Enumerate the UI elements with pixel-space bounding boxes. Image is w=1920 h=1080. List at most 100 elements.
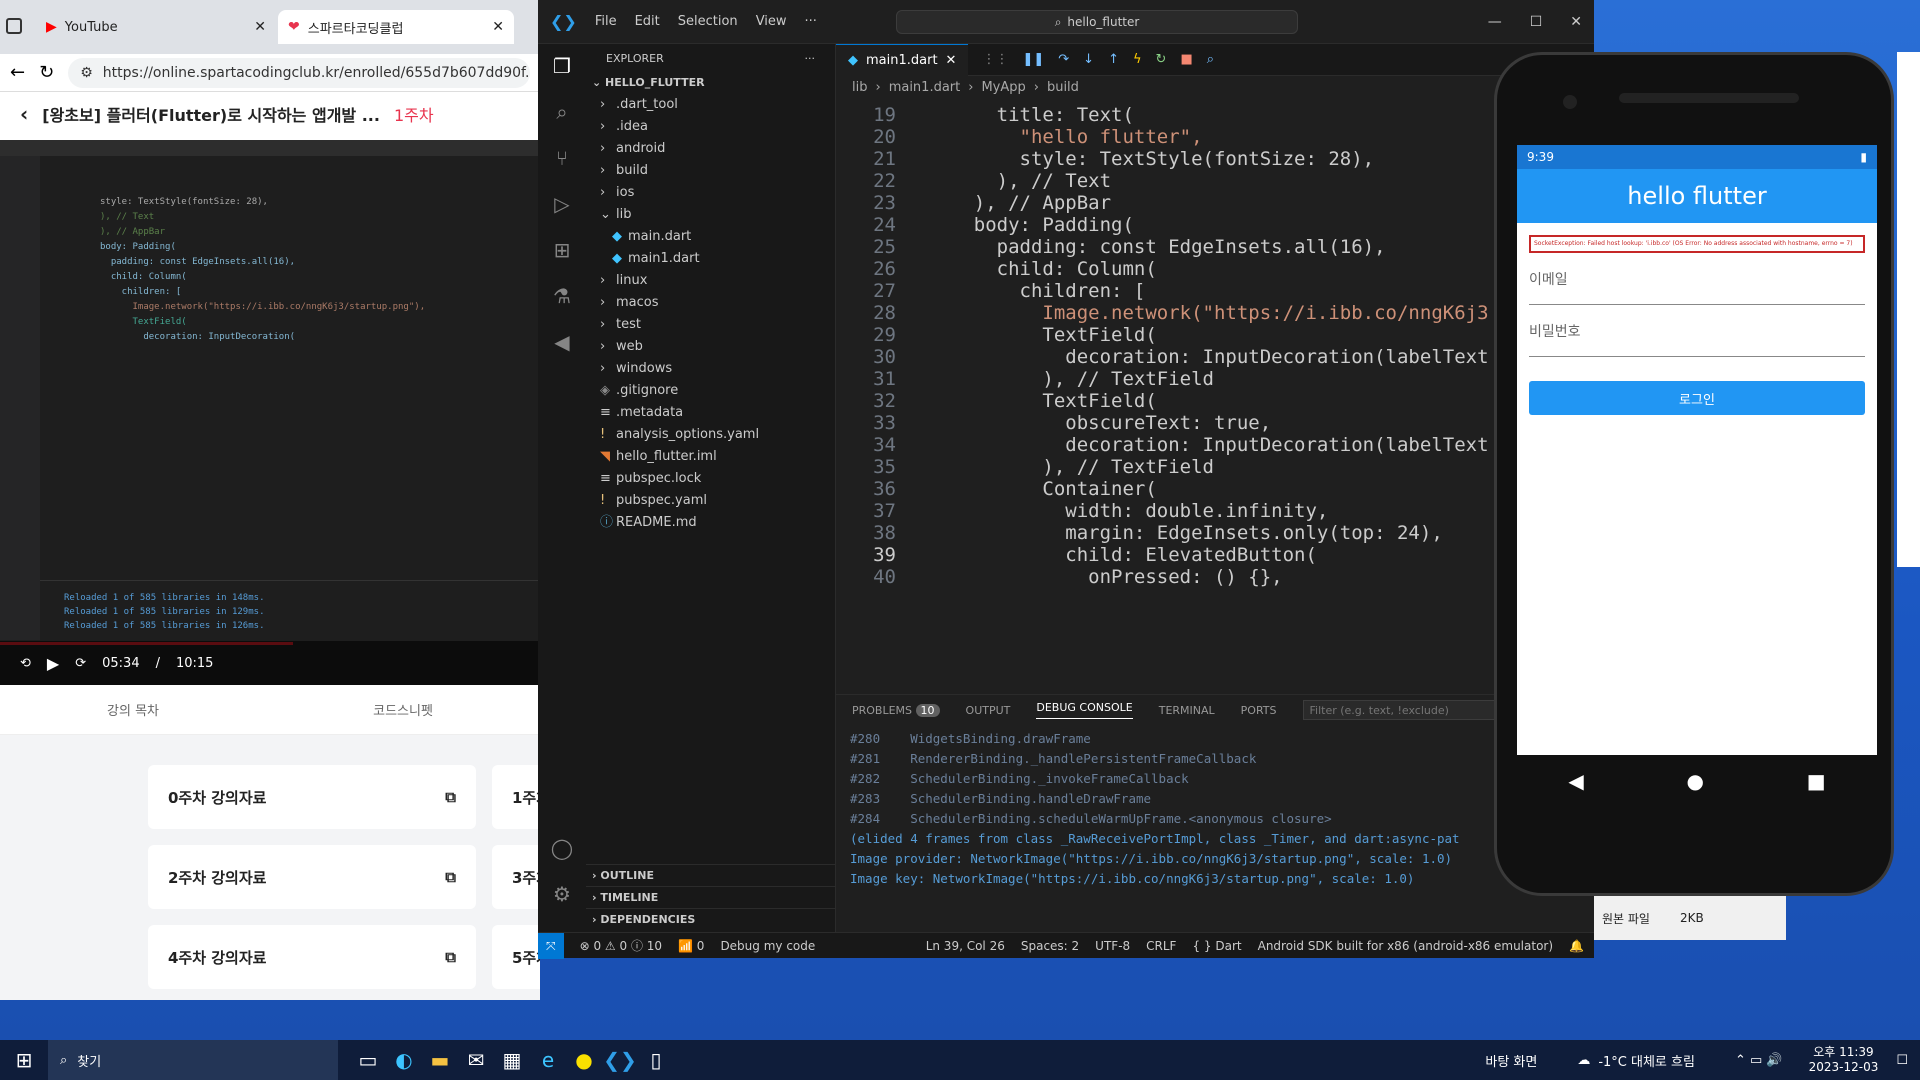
email-field[interactable]: 이메일	[1529, 259, 1865, 305]
windows-start-icon[interactable]: ⊞	[0, 1042, 48, 1078]
tree-item[interactable]: › .dart_tool	[586, 94, 835, 116]
extensions-icon[interactable]: ⊞	[550, 238, 574, 262]
crumb-class[interactable]: MyApp	[981, 80, 1025, 95]
more-icon[interactable]: ···	[805, 52, 816, 65]
tab-main1-dart[interactable]: ◆ main1.dart ✕	[836, 43, 969, 76]
status-language[interactable]: { } Dart	[1192, 939, 1241, 953]
status-encoding[interactable]: UTF-8	[1095, 939, 1130, 953]
step-out-icon[interactable]: ↑	[1108, 52, 1119, 67]
debug-console-output[interactable]: #280 WidgetsBinding.drawFramebind #281 Re…	[836, 725, 1594, 893]
tree-item[interactable]: › windows	[586, 358, 835, 380]
menu-selection[interactable]: Selection	[678, 14, 738, 29]
home-circle-icon[interactable]: ●	[1687, 769, 1704, 793]
remote-icon[interactable]: ⤧	[538, 932, 564, 959]
status-spaces[interactable]: Spaces: 2	[1021, 939, 1079, 953]
mail-icon[interactable]: ✉	[458, 1042, 494, 1078]
tray-icons[interactable]: ⌃ ▭ 🔊	[1735, 1053, 1783, 1068]
menu-view[interactable]: View	[756, 14, 787, 29]
material-card-week1[interactable]: 1주차 강의자료	[492, 765, 540, 829]
tree-item[interactable]: › web	[586, 336, 835, 358]
pause-icon[interactable]: ❚❚	[1022, 52, 1044, 67]
back-chevron-icon[interactable]: ‹	[20, 102, 28, 126]
recents-square-icon[interactable]: ■	[1807, 769, 1826, 793]
tree-item[interactable]: › test	[586, 314, 835, 336]
rewind-icon[interactable]: ⟲	[20, 656, 31, 671]
devtools-icon[interactable]: ⌕	[1207, 52, 1214, 67]
reload-icon[interactable]: ↻	[39, 62, 54, 83]
drag-icon[interactable]: ⋮⋮	[982, 52, 1008, 67]
taskbar-clock[interactable]: 오후 11:39 2023-12-03	[1809, 1045, 1879, 1075]
password-field[interactable]: 비밀번호	[1529, 311, 1865, 357]
tree-item[interactable]: › ios	[586, 182, 835, 204]
menu-edit[interactable]: Edit	[635, 14, 660, 29]
status-ports[interactable]: 📶 0	[678, 939, 704, 953]
internet-explorer-icon[interactable]: e	[530, 1042, 566, 1078]
stop-icon[interactable]: ■	[1180, 52, 1192, 67]
hot-reload-icon[interactable]: ϟ	[1133, 52, 1142, 67]
tree-item[interactable]: ◆ main.dart	[586, 226, 835, 248]
back-triangle-icon[interactable]: ◀	[1568, 769, 1583, 793]
vscode-taskbar-icon[interactable]: ❮❯	[602, 1042, 638, 1078]
tree-item[interactable]: › linux	[586, 270, 835, 292]
tab-list-icon[interactable]	[6, 18, 22, 34]
material-card-week5[interactable]: 5주차 강의자료	[492, 925, 540, 989]
material-card-week3[interactable]: 3주차 강의자료	[492, 845, 540, 909]
explorer-icon[interactable]: ❐	[550, 54, 574, 78]
outline-section[interactable]: › OUTLINE	[586, 864, 836, 886]
close-icon[interactable]: ✕	[492, 19, 504, 35]
file-explorer-icon[interactable]: ▬	[422, 1042, 458, 1078]
video-player[interactable]: style: TextStyle(fontSize: 28), ), // Te…	[0, 140, 540, 685]
menu-more[interactable]: ···	[805, 14, 817, 29]
crumb-method[interactable]: build	[1047, 80, 1079, 95]
step-over-icon[interactable]: ↷	[1058, 52, 1069, 67]
forward-icon[interactable]: ⟳	[75, 656, 86, 671]
run-debug-icon[interactable]: ▷	[550, 192, 574, 216]
tab-output[interactable]: OUTPUT	[966, 704, 1011, 717]
account-icon[interactable]: ◯	[550, 836, 574, 860]
back-icon[interactable]: ←	[10, 62, 25, 83]
menu-file[interactable]: File	[595, 14, 617, 29]
material-card-week2[interactable]: 2주차 강의자료 ⧉	[148, 845, 476, 909]
tree-item[interactable]: ◈ .gitignore	[586, 380, 835, 402]
tree-item[interactable]: › build	[586, 160, 835, 182]
flutter-icon[interactable]: ◀	[550, 330, 574, 354]
tab-youtube[interactable]: ▶ YouTube ✕	[36, 10, 276, 44]
tree-item[interactable]: ⓘ README.md	[586, 512, 835, 534]
tab-terminal[interactable]: TERMINAL	[1159, 704, 1215, 717]
crumb-file[interactable]: main1.dart	[889, 80, 961, 95]
tab-ports[interactable]: PORTS	[1241, 704, 1277, 717]
status-debug[interactable]: Debug my code	[720, 939, 815, 953]
status-problems[interactable]: ⊗ 0 ⚠ 0 ⓘ 10	[580, 937, 662, 954]
crumb-lib[interactable]: lib	[852, 80, 867, 95]
tree-item[interactable]: ◥ hello_flutter.iml	[586, 446, 835, 468]
task-view-icon[interactable]: ▭	[350, 1042, 386, 1078]
site-info-icon[interactable]: ⚙	[80, 65, 93, 81]
maximize-icon[interactable]: ☐	[1530, 14, 1543, 30]
minimize-icon[interactable]: —	[1488, 14, 1502, 30]
console-filter-input[interactable]	[1302, 700, 1503, 720]
restart-icon[interactable]: ↻	[1156, 52, 1167, 67]
project-root[interactable]: ⌄ HELLO_FLUTTER	[586, 72, 835, 94]
tab-lecture-toc[interactable]: 강의 목차	[107, 700, 159, 719]
status-position[interactable]: Ln 39, Col 26	[926, 939, 1005, 953]
tree-item[interactable]: ≡ pubspec.lock	[586, 468, 835, 490]
dependencies-section[interactable]: › DEPENDENCIES	[586, 908, 836, 930]
weather-text[interactable]: -1°C 대체로 흐림	[1598, 1051, 1695, 1070]
tree-item[interactable]: › macos	[586, 292, 835, 314]
material-card-week4[interactable]: 4주차 강의자료 ⧉	[148, 925, 476, 989]
search-icon[interactable]: ⌕	[550, 100, 574, 124]
login-button[interactable]: 로그인	[1529, 381, 1865, 415]
tree-item[interactable]: ◆ main1.dart	[586, 248, 835, 270]
tree-item[interactable]: › .idea	[586, 116, 835, 138]
close-icon[interactable]: ✕	[946, 53, 957, 68]
tree-item[interactable]: ! pubspec.yaml	[586, 490, 835, 512]
tab-debug-console[interactable]: DEBUG CONSOLE	[1036, 701, 1133, 719]
close-icon[interactable]: ✕	[1570, 14, 1582, 30]
timeline-section[interactable]: › TIMELINE	[586, 886, 836, 908]
source-control-icon[interactable]: ⑂	[550, 146, 574, 170]
play-icon[interactable]: ▶	[47, 654, 59, 673]
code-editor[interactable]: 19 title: Text(20 "hello flutter", 21 sty…	[836, 104, 1594, 694]
store-icon[interactable]: ▦	[494, 1042, 530, 1078]
taskbar-search[interactable]: ⌕ 찾기	[48, 1040, 338, 1080]
close-icon[interactable]: ✕	[254, 19, 266, 35]
